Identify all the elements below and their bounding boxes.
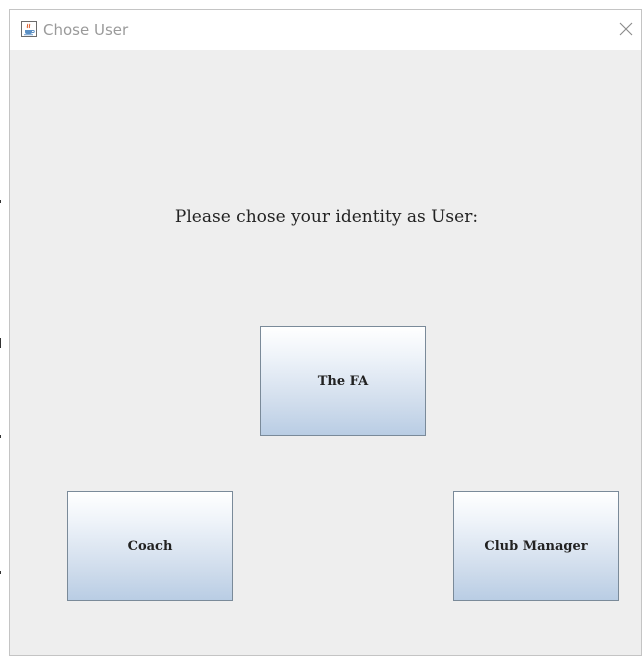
the-fa-button[interactable]: The FA (260, 326, 426, 436)
window-title: Chose User (43, 21, 129, 39)
the-fa-button-label: The FA (317, 373, 369, 389)
close-button[interactable] (611, 10, 641, 50)
close-icon (619, 22, 633, 36)
title-bar[interactable]: Chose User (10, 10, 641, 50)
edge-mark (0, 571, 1, 574)
club-manager-button-label: Club Manager (484, 538, 588, 554)
club-manager-button[interactable]: Club Manager (453, 491, 619, 601)
coach-button[interactable]: Coach (67, 491, 233, 601)
coach-button-label: Coach (127, 538, 173, 554)
chose-user-window: Chose User Please chose your identity as… (9, 9, 642, 656)
identity-prompt: Please chose your identity as User: (174, 207, 479, 227)
edge-mark (0, 200, 1, 203)
edge-mark (0, 435, 1, 438)
java-cup-icon (21, 21, 37, 37)
edge-mark (0, 338, 1, 348)
